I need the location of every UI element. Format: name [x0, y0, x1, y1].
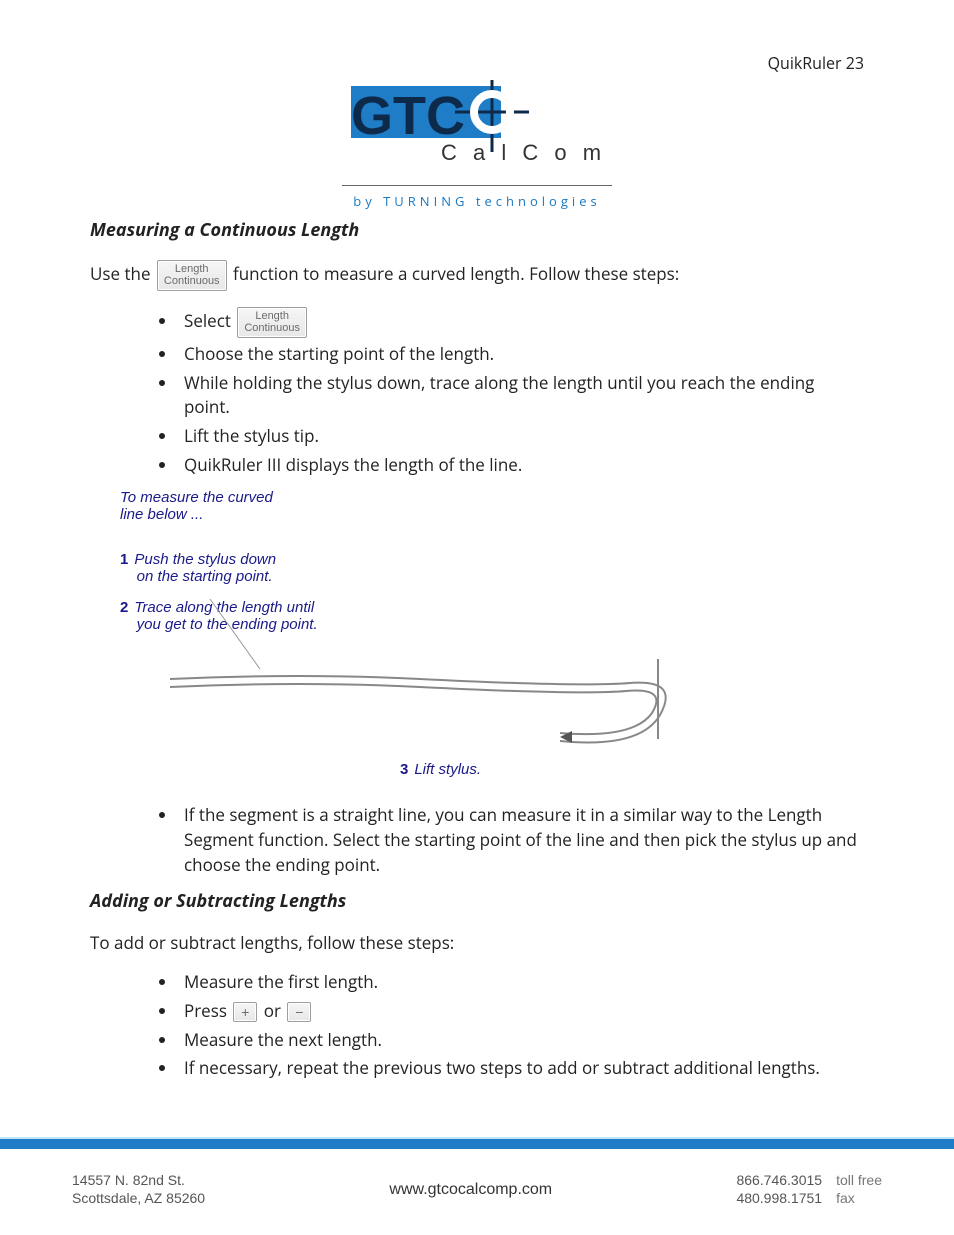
list-item: Choose the starting point of the length. — [178, 340, 864, 369]
plus-button: + — [233, 1002, 257, 1022]
logo-byline: by TURNING technologies — [90, 192, 864, 210]
list-item: QuikRuler III displays the length of the… — [178, 451, 864, 480]
list-item: While holding the stylus down, trace alo… — [178, 369, 864, 422]
section2-intro: To add or subtract lengths, follow these… — [90, 931, 864, 954]
minus-button: − — [287, 1002, 311, 1022]
curved-line-graphic — [160, 649, 680, 759]
footer-url: www.gtcocalcomp.com — [389, 1181, 552, 1199]
gtco-calcomp-logo: GTC C a l C o m p — [337, 80, 617, 176]
page-number: QuikRuler 23 — [768, 52, 864, 74]
section-heading-add-sub: Adding or Subtracting Lengths — [90, 889, 864, 913]
intro-text-before: Use the — [90, 262, 155, 285]
list-item: Lift the stylus tip. — [178, 422, 864, 451]
intro-paragraph: Use the Length Continuous function to me… — [90, 260, 864, 291]
footer-address: 14557 N. 82nd St. Scottsdale, AZ 85260 — [72, 1172, 205, 1207]
steps-list-2: Measure the first length. Press + or − M… — [90, 968, 864, 1083]
list-item: Measure the first length. — [178, 968, 864, 997]
footer-divider-bar — [0, 1137, 954, 1149]
intro-text-after: function to measure a curved length. Fol… — [233, 262, 679, 285]
footer-phones: 866.746.3015toll free 480.998.1751fax — [736, 1172, 882, 1207]
list-item: Select Length Continuous — [178, 305, 864, 340]
list-item: If necessary, repeat the previous two st… — [178, 1054, 864, 1083]
length-continuous-button: Length Continuous — [157, 260, 227, 291]
logo-text-left: GTC — [351, 86, 465, 146]
diagram-step-1: 1Push the stylus down on the starting po… — [120, 551, 276, 585]
list-item: Measure the next length. — [178, 1026, 864, 1055]
length-continuous-button: Length Continuous — [237, 307, 307, 338]
steps-list-1: Select Length Continuous Choose the star… — [90, 305, 864, 479]
list-item: Press + or − — [178, 997, 864, 1026]
page-footer: 14557 N. 82nd St. Scottsdale, AZ 85260 w… — [0, 1172, 954, 1207]
brand-logo: GTC C a l C o m p by TURNING technologie… — [90, 80, 864, 210]
measuring-diagram: To measure the curved line below ... 1Pu… — [120, 489, 760, 789]
diagram-caption: To measure the curved line below ... — [120, 489, 273, 523]
logo-text-right: C a l C o m p — [441, 140, 617, 165]
post-diagram-list: If the segment is a straight line, you c… — [90, 801, 864, 879]
logo-divider — [342, 185, 612, 186]
diagram-step-3: 3Lift stylus. — [400, 761, 481, 778]
list-item: If the segment is a straight line, you c… — [178, 801, 864, 879]
section-heading-measuring: Measuring a Continuous Length — [90, 218, 864, 242]
